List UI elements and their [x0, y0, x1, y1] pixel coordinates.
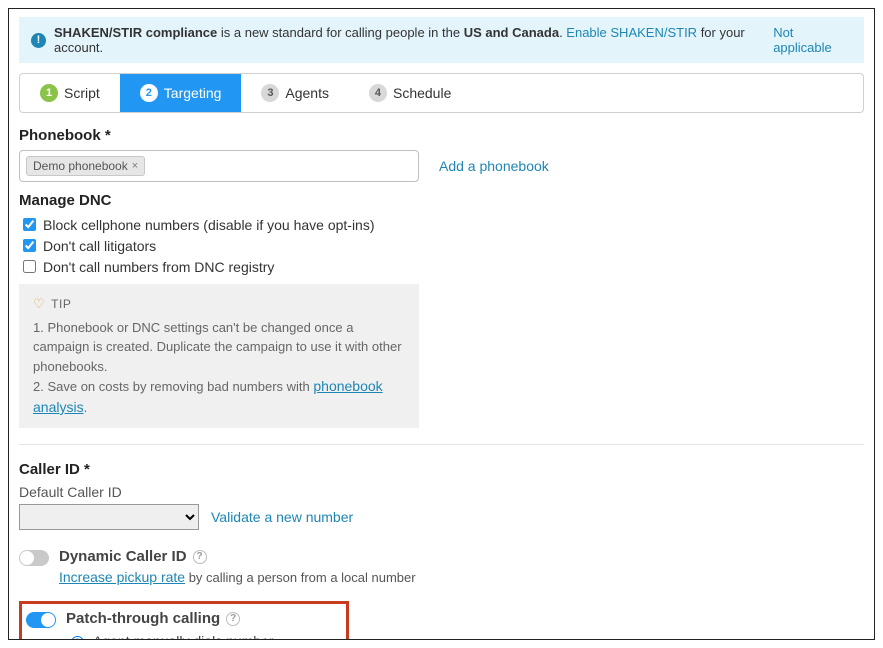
tab-script[interactable]: 1 Script [20, 74, 120, 112]
callerid-label: Caller ID * [19, 461, 864, 478]
banner-text: SHAKEN/STIR compliance is a new standard… [54, 25, 765, 55]
tab-targeting[interactable]: 2 Targeting [120, 74, 242, 112]
tab-agents[interactable]: 3 Agents [241, 74, 349, 112]
callerid-select[interactable] [19, 504, 199, 530]
tip-line-1: 1. Phonebook or DNC settings can't be ch… [33, 318, 405, 377]
remove-token-icon[interactable]: × [132, 160, 138, 172]
dynamic-callerid-toggle[interactable] [19, 550, 49, 566]
manage-dnc-label: Manage DNC [19, 192, 864, 209]
patch-radio-manual[interactable]: Agent manually dials number [66, 633, 344, 640]
tab-number: 2 [140, 84, 158, 102]
add-phonebook-link[interactable]: Add a phonebook [439, 158, 549, 174]
dnc-registry-checkbox[interactable] [23, 260, 36, 273]
tab-label: Targeting [164, 85, 222, 101]
tab-schedule[interactable]: 4 Schedule [349, 74, 471, 112]
phonebook-label: Phonebook * [19, 127, 864, 144]
tab-label: Agents [285, 85, 329, 101]
phonebook-token: Demo phonebook × [26, 156, 145, 176]
help-icon[interactable]: ? [226, 612, 240, 626]
patch-radio-manual-input[interactable] [71, 636, 84, 640]
info-icon: ! [31, 33, 46, 48]
dnc-block-cell[interactable]: Block cellphone numbers (disable if you … [19, 215, 864, 234]
validate-number-link[interactable]: Validate a new number [211, 509, 353, 525]
tip-title: TIP [51, 295, 71, 313]
tab-label: Script [64, 85, 100, 101]
patch-through-toggle[interactable] [26, 612, 56, 628]
wizard-tabs: 1 Script 2 Targeting 3 Agents 4 Schedule [19, 73, 864, 113]
dnc-litigators[interactable]: Don't call litigators [19, 236, 864, 255]
tip-line-2: 2. Save on costs by removing bad numbers… [33, 376, 405, 418]
highlight-box: Patch-through calling ? Agent manually d… [19, 601, 349, 640]
lightbulb-icon: ♡ [33, 294, 45, 314]
help-icon[interactable]: ? [193, 550, 207, 564]
not-applicable-link[interactable]: Not applicable [773, 25, 852, 55]
enable-shaken-link[interactable]: Enable SHAKEN/STIR [566, 25, 697, 40]
default-callerid-label: Default Caller ID [19, 484, 864, 500]
compliance-banner: ! SHAKEN/STIR compliance is a new standa… [19, 17, 864, 63]
dnc-block-cell-checkbox[interactable] [23, 218, 36, 231]
divider [19, 444, 864, 445]
tab-label: Schedule [393, 85, 451, 101]
tip-box: ♡ TIP 1. Phonebook or DNC settings can't… [19, 284, 419, 428]
tab-number: 1 [40, 84, 58, 102]
dnc-registry[interactable]: Don't call numbers from DNC registry [19, 257, 864, 276]
tab-number: 3 [261, 84, 279, 102]
patch-through-title: Patch-through calling ? [66, 610, 344, 627]
dnc-litigators-checkbox[interactable] [23, 239, 36, 252]
page-frame: ! SHAKEN/STIR compliance is a new standa… [8, 8, 875, 640]
increase-pickup-link[interactable]: Increase pickup rate [59, 569, 185, 585]
phonebook-input[interactable]: Demo phonebook × [19, 150, 419, 182]
tab-number: 4 [369, 84, 387, 102]
dynamic-callerid-title: Dynamic Caller ID ? [59, 548, 864, 565]
dynamic-callerid-subtext: Increase pickup rate by calling a person… [59, 569, 864, 585]
